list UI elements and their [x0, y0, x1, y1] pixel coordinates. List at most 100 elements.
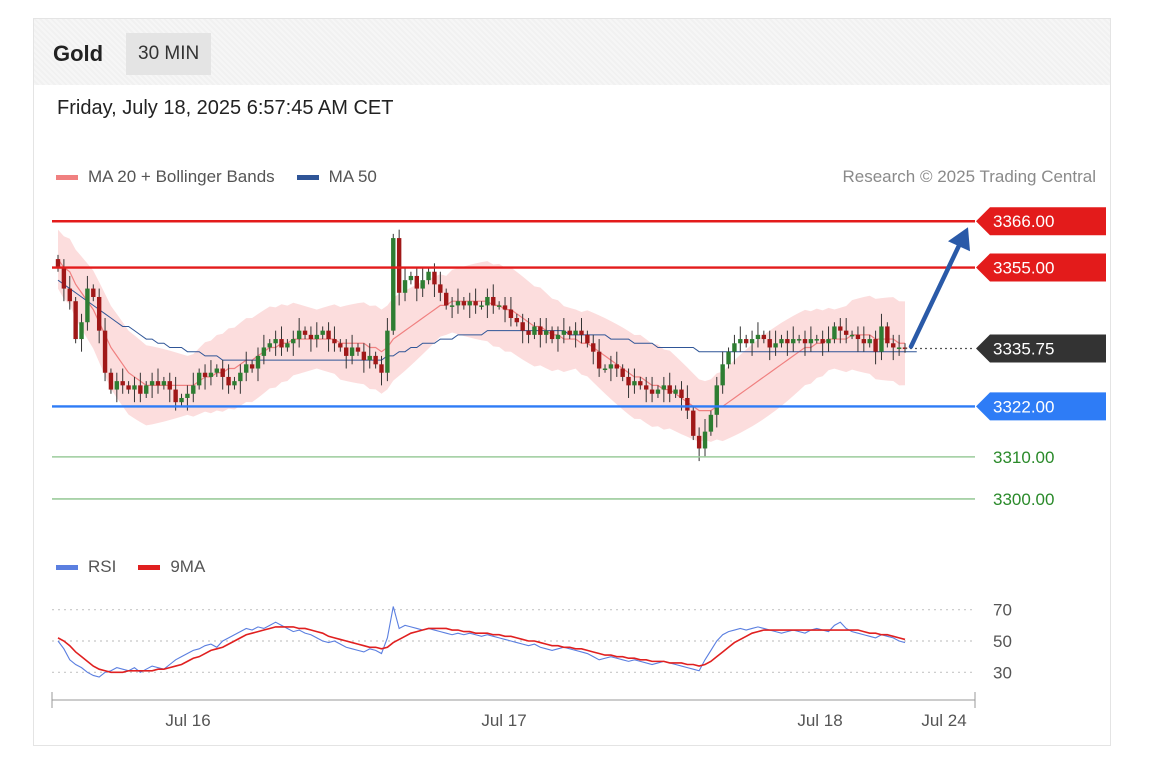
candle-body	[814, 339, 819, 341]
candle-body	[255, 355, 261, 369]
candle-body	[679, 389, 684, 398]
candle-body	[532, 326, 537, 335]
candle-body	[661, 385, 667, 390]
candle-body	[308, 334, 314, 340]
candle-body	[461, 301, 467, 306]
candle-body	[685, 397, 690, 411]
candle-body	[838, 326, 843, 331]
candle-body	[238, 372, 243, 382]
rsi-tick-label: 70	[993, 601, 1012, 620]
candle-body	[526, 330, 531, 335]
candle-body	[585, 334, 590, 344]
candle-body	[514, 318, 519, 323]
candle-body	[861, 339, 867, 344]
candle-body	[638, 381, 643, 386]
candle-body	[214, 368, 220, 373]
candle-body	[649, 389, 655, 394]
candle-body	[720, 364, 725, 386]
candle-body	[73, 301, 78, 340]
candle-body	[743, 339, 749, 344]
candle-body	[291, 339, 296, 344]
candle-body	[96, 296, 102, 331]
candle-body	[208, 372, 214, 377]
candle-body	[402, 280, 408, 293]
candle-body	[355, 347, 361, 352]
candle-body	[167, 381, 172, 390]
candle-body	[467, 301, 472, 306]
candle-body	[626, 376, 631, 386]
candle-body	[432, 271, 437, 285]
candle-body	[91, 288, 96, 297]
candle-body	[643, 385, 649, 390]
candle-body	[673, 389, 678, 394]
x-tick-label: Jul 24	[921, 711, 966, 730]
candle-body	[702, 431, 708, 449]
current-price-label: 3335.75	[993, 340, 1054, 359]
candle-body	[667, 385, 672, 394]
candle-body	[185, 393, 190, 398]
candle-body	[373, 355, 378, 365]
candle-body	[361, 351, 367, 361]
candle-body	[161, 381, 167, 386]
candle-body	[179, 397, 184, 403]
candle-body	[267, 343, 272, 348]
candle-body	[420, 280, 425, 289]
candle-body	[520, 322, 525, 331]
candle-body	[414, 275, 419, 289]
candle-body	[732, 343, 737, 352]
candle-body	[296, 330, 302, 340]
resistance-label: 3355.00	[993, 259, 1054, 278]
candle-body	[767, 339, 772, 348]
candle-body	[138, 385, 143, 394]
candle-body	[85, 288, 90, 323]
candle-body	[855, 334, 861, 340]
x-tick-label: Jul 18	[797, 711, 842, 730]
candle-body	[449, 305, 455, 307]
candle-body	[773, 343, 778, 348]
candle-body	[596, 351, 602, 369]
candle-body	[232, 381, 237, 386]
candle-body	[820, 339, 825, 344]
candle-body	[391, 238, 396, 331]
candle-body	[791, 339, 796, 344]
candle-body	[438, 284, 443, 293]
candle-body	[55, 259, 61, 268]
candle-body	[867, 339, 872, 344]
candle-body	[126, 385, 131, 390]
candle-body	[479, 305, 484, 307]
candle-body	[849, 334, 855, 337]
candle-body	[591, 343, 596, 352]
candle-body	[567, 330, 572, 335]
candle-body	[344, 347, 349, 356]
candle-body	[738, 339, 743, 344]
candle-body	[67, 288, 72, 302]
candle-body	[338, 343, 343, 348]
candle-body	[379, 364, 384, 373]
candle-body	[473, 301, 478, 306]
candle-body	[555, 334, 561, 340]
target-label: 3310.00	[993, 448, 1054, 467]
candle-body	[796, 339, 802, 341]
rsi-tick-label: 30	[993, 663, 1012, 682]
bollinger-band	[58, 229, 905, 442]
candle-body	[455, 301, 461, 306]
x-tick-label: Jul 16	[165, 711, 210, 730]
candle-body	[261, 347, 267, 356]
candle-body	[620, 368, 625, 377]
candle-body	[114, 381, 120, 390]
candle-body	[349, 347, 355, 356]
price-chart: 3366.00 3355.00 3335.75 3322.00 3310.00 3300.…	[51, 207, 1106, 730]
candle-body	[749, 339, 755, 344]
candle-body	[502, 305, 508, 310]
candle-body	[785, 339, 790, 344]
support-label: 3322.00	[993, 397, 1054, 416]
candle-body	[302, 330, 308, 335]
candle-body	[579, 330, 584, 335]
target-label: 3300.00	[993, 490, 1054, 509]
candle-body	[708, 414, 714, 432]
resistance-label: 3366.00	[993, 212, 1054, 231]
candle-body	[220, 368, 225, 377]
candle-body	[61, 267, 67, 289]
candle-body	[202, 372, 208, 377]
candle-body	[196, 372, 202, 386]
